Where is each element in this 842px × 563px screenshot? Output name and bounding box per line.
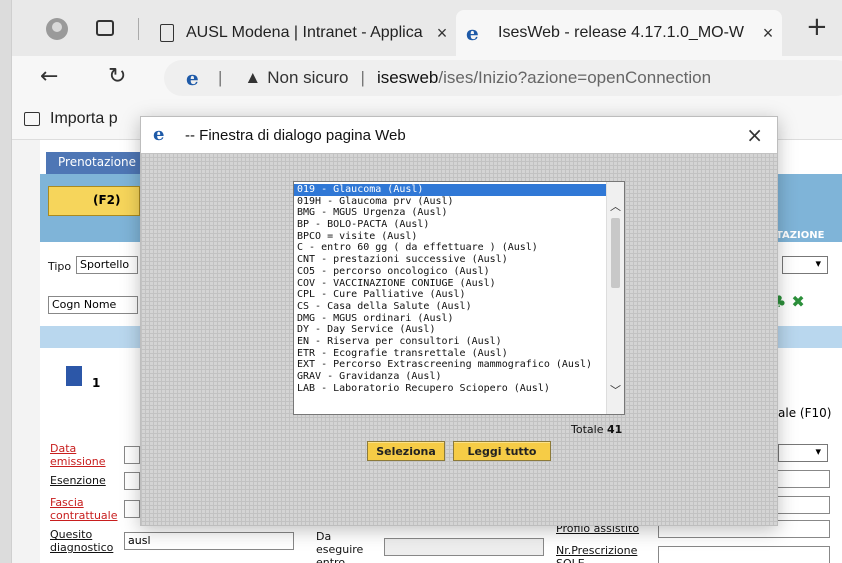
read-all-button[interactable]: Leggi tutto — [453, 441, 551, 461]
dialog-title: -- Finestra di dialogo pagina Web — [185, 126, 406, 144]
list-item[interactable]: ETR - Ecografie transrettale (Ausl) — [294, 348, 606, 360]
right-input[interactable] — [776, 470, 830, 488]
address-row: ← ↻ e | ▲ Non sicuro | isesweb /ises/Ini… — [12, 56, 842, 100]
total-count: Totale 41 — [571, 423, 622, 436]
warning-icon: ▲ — [244, 68, 262, 87]
nr-prescrizione-input[interactable] — [658, 546, 830, 563]
fascia-label: Fascia contrattuale — [50, 496, 118, 522]
quesito-input[interactable]: ausl — [124, 532, 294, 550]
select-button[interactable]: Seleziona — [367, 441, 445, 461]
esenzione-input[interactable] — [124, 472, 140, 490]
new-tab-button[interactable]: + — [806, 12, 828, 42]
tab-number[interactable]: 1 — [92, 376, 100, 390]
list-item[interactable]: CNT - prestazioni successive (Ausl) — [294, 254, 606, 266]
tab-separator — [138, 18, 139, 40]
screen: AUSL Modena | Intranet - Applica × e Ise… — [0, 0, 842, 563]
list-item[interactable]: GRAV - Gravidanza (Ausl) — [294, 371, 606, 383]
options-list: 019 - Glaucoma (Ausl) 019H - Glaucoma prv… — [294, 184, 606, 394]
divider: | — [218, 68, 223, 87]
import-icon — [24, 112, 40, 126]
tab-title: AUSL Modena | Intranet - Applica — [186, 24, 423, 41]
scrollbar[interactable]: ︿ ﹀ — [606, 182, 624, 414]
f10-label: ale (F10) — [778, 406, 832, 420]
dialog-body: 019 - Glaucoma (Ausl) 019H - Glaucoma prv… — [141, 153, 777, 525]
total-label: Totale — [571, 423, 604, 436]
list-item[interactable]: COV - VACCINAZIONE CONIUGE (Ausl) — [294, 278, 606, 290]
address-bar[interactable]: e | ▲ Non sicuro | isesweb /ises/Inizio?… — [164, 60, 842, 96]
url-host: isesweb — [376, 68, 439, 87]
name-field[interactable]: Cogn Nome — [48, 296, 138, 314]
esenzione-label: Esenzione — [50, 474, 106, 487]
tab-title: IsesWeb - release 4.17.1.0_MO-W — [498, 24, 745, 41]
web-dialog: e -- Finestra di dialogo pagina Web × 01… — [140, 116, 778, 526]
da-eseguire-input[interactable] — [384, 538, 544, 556]
fascia-input[interactable] — [124, 500, 140, 518]
total-value: 41 — [606, 423, 623, 436]
profile-avatar-icon[interactable] — [46, 18, 68, 40]
close-icon[interactable]: × — [428, 23, 456, 44]
tab-isesweb[interactable]: e IsesWeb - release 4.17.1.0_MO-W × — [456, 10, 782, 56]
scroll-thumb[interactable] — [611, 218, 620, 288]
list-item[interactable]: CS - Casa della Salute (Ausl) — [294, 301, 606, 313]
document-icon — [66, 366, 82, 386]
security-status: Non sicuro — [267, 68, 349, 87]
list-item[interactable]: BMG - MGUS Urgenza (Ausl) — [294, 207, 606, 219]
list-item[interactable]: BPCO = visite (Ausl) — [294, 231, 606, 243]
list-item[interactable]: 019H - Glaucoma prv (Ausl) — [294, 196, 606, 208]
da-eseguire-label: Da eseguire entro — [316, 530, 364, 563]
list-item[interactable]: 019 - Glaucoma (Ausl) — [294, 184, 606, 196]
internet-explorer-icon: e — [153, 124, 165, 145]
options-listbox[interactable]: 019 - Glaucoma (Ausl) 019H - Glaucoma prv… — [293, 181, 625, 415]
internet-explorer-icon: e — [466, 21, 479, 45]
favorite-import[interactable]: Importa p — [24, 110, 118, 128]
tipo-label: Tipo — [48, 260, 72, 273]
internet-explorer-icon: e — [186, 66, 199, 90]
close-icon[interactable]: × — [754, 23, 782, 44]
quesito-label: Quesito diagnostico — [50, 528, 114, 554]
tab-intranet[interactable]: AUSL Modena | Intranet - Applica × — [160, 10, 456, 56]
nr-prescrizione-label: Nr.Prescrizione SOLE — [556, 544, 638, 563]
reload-icon[interactable]: ↻ — [108, 64, 126, 89]
list-item[interactable]: EXT - Percorso Extrascreening mammografi… — [294, 359, 606, 371]
divider: | — [360, 68, 365, 87]
data-emissione-label: Data emissione — [50, 442, 106, 468]
right-input[interactable] — [776, 496, 830, 514]
list-item[interactable]: DY - Day Service (Ausl) — [294, 324, 606, 336]
url-path: /ises/Inizio?azione=openConnection — [438, 68, 712, 87]
list-item[interactable]: LAB - Laboratorio Recupero Sciopero (Aus… — [294, 383, 606, 395]
list-item[interactable]: EN - Riserva per consultori (Ausl) — [294, 336, 606, 348]
favorite-label: Importa p — [50, 110, 118, 127]
back-arrow-icon[interactable]: ← — [40, 64, 58, 89]
chevron-up-icon[interactable]: ︿ — [610, 198, 621, 214]
toolbar-f2-button[interactable]: (F2) — [48, 186, 140, 216]
list-item[interactable]: BP - BOLO-PACTA (Ausl) — [294, 219, 606, 231]
page-icon — [160, 24, 174, 42]
header-label: TAZIONE — [776, 230, 825, 241]
list-item[interactable]: DMG - MGUS ordinari (Ausl) — [294, 313, 606, 325]
list-item[interactable]: CO5 - percorso oncologico (Ausl) — [294, 266, 606, 278]
dropdown[interactable]: ▾ — [782, 256, 828, 274]
list-item[interactable]: CPL - Cure Palliative (Ausl) — [294, 289, 606, 301]
dropdown[interactable]: ▾ — [778, 444, 828, 462]
window-edge — [0, 0, 12, 563]
chevron-down-icon[interactable]: ﹀ — [610, 382, 621, 398]
browser-tab-strip: AUSL Modena | Intranet - Applica × e Ise… — [0, 0, 842, 56]
list-item[interactable]: C - entro 60 gg ( da effettuare ) (Ausl) — [294, 242, 606, 254]
tab-actions-icon[interactable] — [96, 20, 114, 36]
tipo-select[interactable]: Sportello — [76, 256, 138, 274]
close-icon[interactable]: × — [746, 123, 763, 147]
dialog-titlebar: e -- Finestra di dialogo pagina Web — [141, 117, 777, 153]
data-emissione-input[interactable] — [124, 446, 140, 464]
